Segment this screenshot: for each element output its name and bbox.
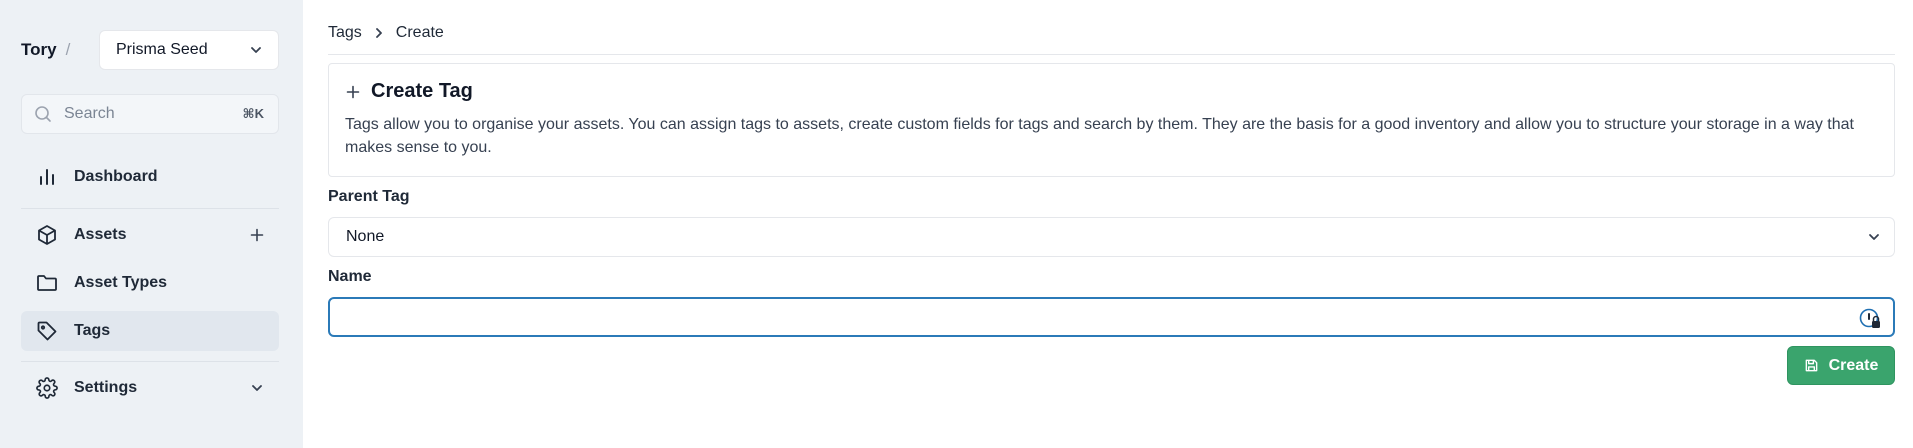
workspace-name: Prisma Seed (116, 41, 208, 58)
create-button[interactable]: Create (1787, 346, 1895, 385)
breadcrumb-link-tags[interactable]: Tags (328, 24, 362, 42)
search-shortcut: ⌘K (242, 106, 264, 121)
sidebar-item-label: Tags (74, 322, 111, 339)
save-icon (1805, 359, 1817, 372)
bar-chart-icon (40, 169, 54, 185)
name-label: Name (328, 268, 372, 285)
sidebar-item-label: Asset Types (74, 274, 168, 291)
page-title: Create Tag (345, 80, 1878, 103)
sidebar-item-dashboard[interactable]: Dashboard (21, 157, 279, 197)
sidebar-item-tags[interactable]: Tags (21, 311, 279, 351)
plus-icon[interactable] (249, 227, 265, 243)
sidebar: Tory / Prisma Seed Search ⌘K Dashboard A… (0, 0, 303, 448)
parent-tag-select[interactable]: None (328, 217, 1895, 257)
sidebar-divider (21, 361, 279, 362)
sidebar-item-label: Settings (74, 379, 138, 396)
create-button-label: Create (1828, 356, 1879, 374)
page-title-text: Create Tag (371, 80, 473, 102)
search-input[interactable]: Search ⌘K (21, 94, 279, 134)
sidebar-item-label: Dashboard (74, 168, 158, 185)
sidebar-divider (21, 208, 279, 209)
tag-icon (37, 321, 57, 341)
chevron-down-icon (251, 47, 261, 53)
cube-icon (38, 225, 56, 245)
plus-icon (346, 85, 360, 98)
breadcrumb: Tags Create (328, 24, 444, 42)
workspace-switcher: Tory / Prisma Seed (21, 30, 279, 70)
workspace-separator: / (65, 40, 71, 59)
search-placeholder: Search (64, 105, 115, 122)
search-icon (35, 106, 51, 122)
password-manager-icon[interactable] (1859, 308, 1881, 330)
page-description: Tags allow you to organise your assets. … (345, 116, 1854, 156)
sidebar-item-settings[interactable]: Settings (21, 368, 279, 408)
name-input[interactable] (328, 297, 1895, 337)
breadcrumb-current: Create (395, 24, 444, 41)
sidebar-item-assets[interactable]: Assets (21, 215, 279, 255)
chevron-down-icon[interactable] (249, 380, 265, 396)
workspace-owner: Tory (21, 40, 57, 59)
parent-tag-label: Parent Tag (328, 188, 410, 205)
sidebar-item-label: Assets (74, 226, 127, 243)
sidebar-item-asset-types[interactable]: Asset Types (21, 263, 279, 303)
chevron-right-icon (375, 28, 382, 38)
workspace-select[interactable]: Prisma Seed (99, 30, 279, 70)
breadcrumb-divider (328, 54, 1895, 55)
parent-tag-value: None (346, 228, 385, 245)
info-card: Create Tag Tags allow you to organise yo… (328, 63, 1895, 177)
folder-icon (37, 275, 57, 291)
chevron-down-icon (1869, 234, 1879, 240)
gear-icon (36, 377, 58, 399)
